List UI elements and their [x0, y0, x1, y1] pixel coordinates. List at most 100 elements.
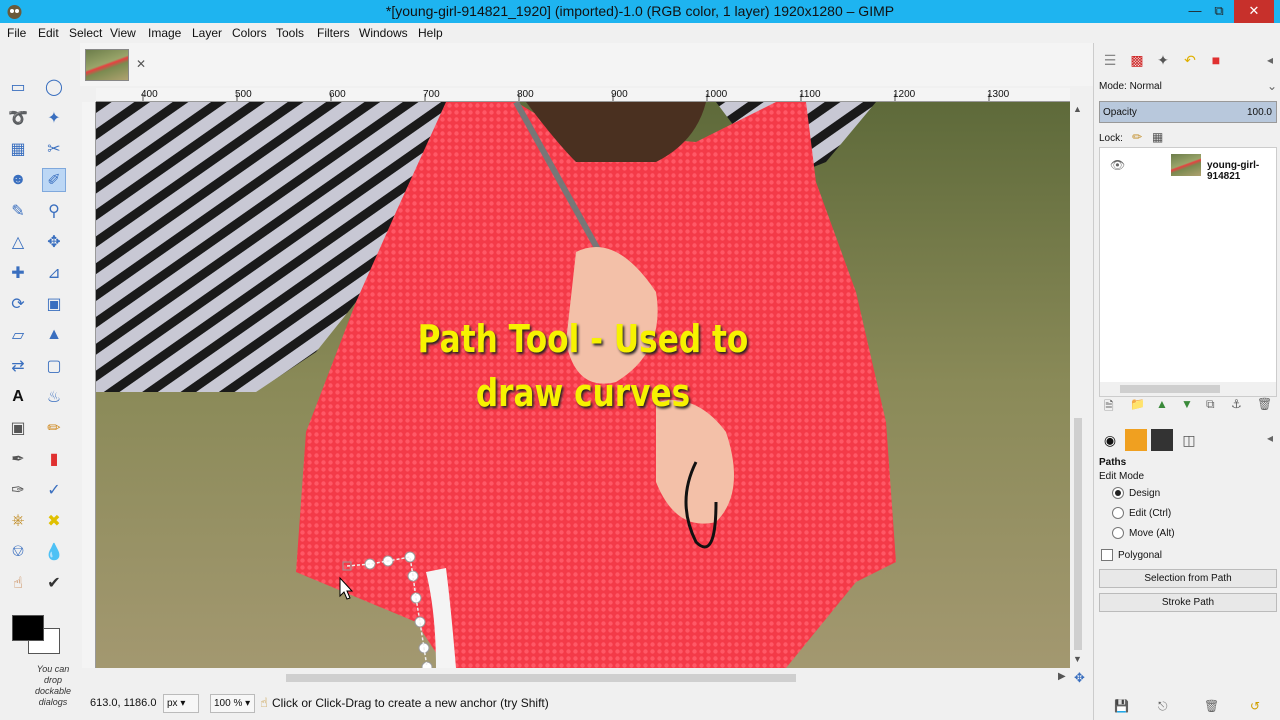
flip-tool-icon[interactable]: ⇄ — [6, 354, 30, 378]
unit-select[interactable]: px ▾ — [163, 694, 199, 713]
blend-tool-icon[interactable]: ▣ — [6, 416, 30, 440]
paths-tab-icon[interactable]: ✦ — [1152, 49, 1174, 71]
close-button[interactable]: ✕ — [1234, 0, 1274, 23]
opacity-slider[interactable]: Opacity 100.0 — [1099, 101, 1277, 123]
menu-select[interactable]: Select — [69, 26, 102, 40]
restore-tool-options-icon[interactable]: ⎋ — [1158, 699, 1168, 714]
menu-filters[interactable]: Filters — [317, 26, 350, 40]
layers-tab-icon[interactable]: ☰ — [1099, 49, 1121, 71]
crop-tool-icon[interactable]: ⊿ — [42, 261, 66, 285]
lock-alpha-icon[interactable]: ▦ — [1152, 130, 1163, 144]
brushes-tab-icon[interactable]: ■ — [1205, 49, 1227, 71]
zoom-select[interactable]: 100 % ▾ — [210, 694, 255, 713]
mode-value[interactable]: Normal — [1130, 81, 1162, 92]
scroll-up-icon[interactable]: ▲ — [1073, 104, 1082, 114]
free-select-tool-icon[interactable]: ➰ — [6, 106, 30, 130]
menu-tools[interactable]: Tools — [276, 26, 304, 40]
polygonal-checkbox[interactable] — [1101, 549, 1113, 561]
rect-select-tool-icon[interactable]: ▭ — [6, 75, 30, 99]
scroll-right-icon[interactable]: ▶ — [1058, 671, 1066, 682]
new-layer-icon[interactable]: 🗎 — [1104, 397, 1114, 418]
menu-view[interactable]: View — [110, 26, 136, 40]
horizontal-scrollbar[interactable]: ▶ ✥ — [96, 670, 1085, 686]
stroke-path-button[interactable]: Stroke Path — [1099, 593, 1277, 612]
color-picker-tool-icon[interactable]: ✎ — [6, 199, 30, 223]
lower-layer-icon[interactable]: ▼ — [1181, 397, 1193, 411]
menu-image[interactable]: Image — [148, 26, 181, 40]
clone-tool-icon[interactable]: ⎈ — [6, 509, 30, 533]
rotate-tool-icon[interactable]: ⟳ — [6, 292, 30, 316]
cage-transform-tool-icon[interactable]: ▢ — [42, 354, 66, 378]
eraser-tool-icon[interactable]: ▮ — [42, 447, 66, 471]
scale-tool-icon[interactable]: ▣ — [42, 292, 66, 316]
design-mode-radio[interactable] — [1112, 487, 1124, 499]
reset-tool-options-icon[interactable]: ↺ — [1250, 699, 1260, 713]
layer-thumbnail[interactable] — [1171, 154, 1201, 176]
dock2-menu-icon[interactable]: ◂ — [1267, 431, 1273, 445]
menu-file[interactable]: File — [7, 26, 26, 40]
delete-layer-icon[interactable]: 🗑 — [1257, 397, 1272, 411]
new-layer-group-icon[interactable]: 📁 — [1130, 397, 1145, 411]
tool-options-tab-icon[interactable]: ◉ — [1099, 429, 1121, 451]
menu-windows[interactable]: Windows — [359, 26, 408, 40]
ink-tool-icon[interactable]: ✓ — [42, 478, 66, 502]
delete-tool-options-icon[interactable]: 🗑 — [1204, 699, 1219, 713]
foreground-color-swatch[interactable] — [12, 615, 44, 641]
perspective-tool-icon[interactable]: ▲ — [42, 323, 66, 347]
layer-list-scroll-thumb[interactable] — [1120, 385, 1220, 393]
shear-tool-icon[interactable]: ▱ — [6, 323, 30, 347]
edit-mode-radio[interactable] — [1112, 507, 1124, 519]
anchor-layer-icon[interactable]: ⚓ — [1231, 397, 1242, 411]
menu-layer[interactable]: Layer — [192, 26, 222, 40]
bucket-fill-tool-icon[interactable]: ♨ — [42, 385, 66, 409]
scissors-select-tool-icon[interactable]: ✂ — [42, 137, 66, 161]
heal-tool-icon[interactable]: ✖ — [42, 509, 66, 533]
layer-list-scrollbar[interactable] — [1100, 382, 1276, 396]
navigate-icon[interactable]: ✥ — [1074, 670, 1085, 686]
eye-visibility-icon[interactable]: 👁 — [1110, 158, 1125, 172]
blur-tool-icon[interactable]: 💧 — [42, 540, 66, 564]
ellipse-select-tool-icon[interactable]: ◯ — [42, 75, 66, 99]
move-tool-icon[interactable]: ✥ — [42, 230, 66, 254]
save-tool-options-icon[interactable]: 💾 — [1114, 699, 1129, 713]
close-tab-icon[interactable]: ✕ — [136, 57, 146, 71]
opacity-value[interactable]: 100.0 — [1247, 107, 1272, 118]
layer-name[interactable]: young-girl-914821 — [1207, 160, 1276, 182]
images-tab-icon[interactable]: ◫ — [1178, 429, 1200, 451]
scroll-down-icon[interactable]: ▼ — [1073, 654, 1082, 664]
text-tool-icon[interactable]: A — [6, 385, 30, 409]
perspective-clone-tool-icon[interactable]: ⎊ — [6, 540, 30, 564]
image-canvas[interactable]: Path Tool - Used to draw curves — [96, 102, 1070, 668]
dodge-burn-tool-icon[interactable]: ✔ — [42, 571, 66, 595]
undo-history-tab-icon[interactable]: ↶ — [1179, 49, 1201, 71]
raise-layer-icon[interactable]: ▲ — [1156, 397, 1168, 411]
lock-pixels-icon[interactable]: ✏ — [1132, 130, 1142, 144]
move-mode-radio[interactable] — [1112, 527, 1124, 539]
fuzzy-select-tool-icon[interactable]: ✦ — [42, 106, 66, 130]
menu-colors[interactable]: Colors — [232, 26, 267, 40]
channels-tab-icon[interactable]: ▩ — [1126, 49, 1148, 71]
horizontal-scroll-thumb[interactable] — [286, 674, 796, 682]
mode-dropdown-icon[interactable]: ⌄ — [1267, 79, 1277, 93]
zoom-tool-icon[interactable]: ⚲ — [42, 199, 66, 223]
image-tab-thumbnail[interactable] — [85, 49, 129, 81]
gradients-tab-icon[interactable] — [1151, 429, 1173, 451]
vertical-scroll-thumb[interactable] — [1074, 418, 1082, 650]
selection-from-path-button[interactable]: Selection from Path — [1099, 569, 1277, 588]
paintbrush-tool-icon[interactable]: ✒ — [6, 447, 30, 471]
device-status-tab-icon[interactable] — [1125, 429, 1147, 451]
menu-edit[interactable]: Edit — [38, 26, 59, 40]
foreground-select-tool-icon[interactable]: ☻ — [6, 168, 30, 192]
maximize-button[interactable]: ⧉ — [1204, 0, 1234, 23]
paths-tool-icon[interactable]: ✐ — [42, 168, 66, 192]
airbrush-tool-icon[interactable]: ✑ — [6, 478, 30, 502]
menu-help[interactable]: Help — [418, 26, 443, 40]
pencil-tool-icon[interactable]: ✏ — [42, 416, 66, 440]
measure-tool-icon[interactable]: △ — [6, 230, 30, 254]
smudge-tool-icon[interactable]: ☝ — [6, 571, 30, 595]
select-by-color-tool-icon[interactable]: ▦ — [6, 137, 30, 161]
dock-menu-icon[interactable]: ◂ — [1267, 53, 1273, 67]
duplicate-layer-icon[interactable]: ⧉ — [1206, 397, 1215, 412]
vertical-scrollbar[interactable]: ▲ ▼ — [1070, 102, 1086, 668]
align-tool-icon[interactable]: ✚ — [6, 261, 30, 285]
